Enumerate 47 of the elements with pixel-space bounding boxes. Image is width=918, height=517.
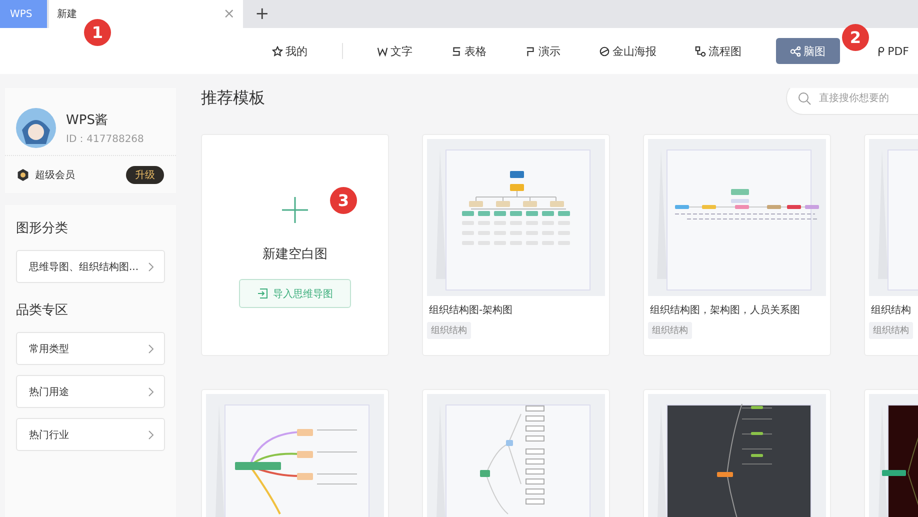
user-id: ID：417788268 xyxy=(66,132,144,146)
new-blank-label: 新建空白图 xyxy=(262,246,328,263)
section-heading: 图形分类 xyxy=(16,220,69,237)
search-field[interactable]: 直接搜你想要的 xyxy=(786,88,918,115)
category-item[interactable]: 常用类型 xyxy=(16,332,165,365)
user-name: WPS酱 xyxy=(66,112,109,128)
import-icon xyxy=(257,288,268,299)
star-icon xyxy=(272,46,283,56)
avatar xyxy=(16,108,56,148)
nav-button[interactable]: 我的 xyxy=(268,38,312,64)
s-letter-icon xyxy=(450,46,462,56)
template-title: 组织结构图，架构图，人员关系图 xyxy=(650,304,801,317)
membership-label: 超级会员 xyxy=(35,168,76,182)
search-icon xyxy=(798,92,811,105)
chevron-icon xyxy=(148,386,154,396)
template-tag: 组织结构 xyxy=(869,322,913,339)
category-item[interactable]: 思维导图、组织结构图... xyxy=(16,250,165,283)
poster-icon xyxy=(598,46,610,56)
template-tag: 组织结构 xyxy=(648,322,692,339)
nav-button[interactable]: 演示 xyxy=(520,38,565,64)
template-card[interactable]: 组织结构 组织结构 xyxy=(864,134,918,356)
category-item[interactable]: 热门行业 xyxy=(16,418,165,451)
nav-button[interactable]: 表格 xyxy=(446,38,491,64)
new-tab-button[interactable]: + xyxy=(255,4,270,24)
section-title: 推荐模板 xyxy=(201,88,265,108)
template-title: 组织结构 xyxy=(871,304,912,317)
template-card[interactable]: 组织结构图-架构图 组织结构 xyxy=(422,134,610,356)
chevron-icon xyxy=(148,262,154,272)
chevron-icon xyxy=(148,430,154,440)
mindmap-icon xyxy=(790,46,801,56)
nav-button[interactable]: 脑图 xyxy=(776,38,840,64)
flowchart-icon xyxy=(694,46,706,56)
upgrade-button[interactable]: 升级 xyxy=(126,166,164,184)
nav-button[interactable]: 金山海报 xyxy=(594,38,661,64)
template-title: 组织结构图-架构图 xyxy=(429,304,514,317)
nav-button[interactable]: 文字 xyxy=(372,38,417,64)
nav-button[interactable]: PDF xyxy=(870,38,913,64)
template-card[interactable]: 组织结构图，架构图，人员关系图 组织结构 xyxy=(643,134,831,356)
coin-icon xyxy=(17,168,29,180)
category-item[interactable]: 热门用途 xyxy=(16,375,165,408)
chevron-icon xyxy=(148,344,154,354)
plus-icon xyxy=(282,197,308,223)
p-letter-icon xyxy=(524,46,536,56)
nav-button[interactable]: 流程图 xyxy=(690,38,746,64)
w-letter-icon xyxy=(376,46,388,56)
template-tag: 组织结构 xyxy=(427,322,471,339)
section-heading: 品类专区 xyxy=(16,302,69,319)
